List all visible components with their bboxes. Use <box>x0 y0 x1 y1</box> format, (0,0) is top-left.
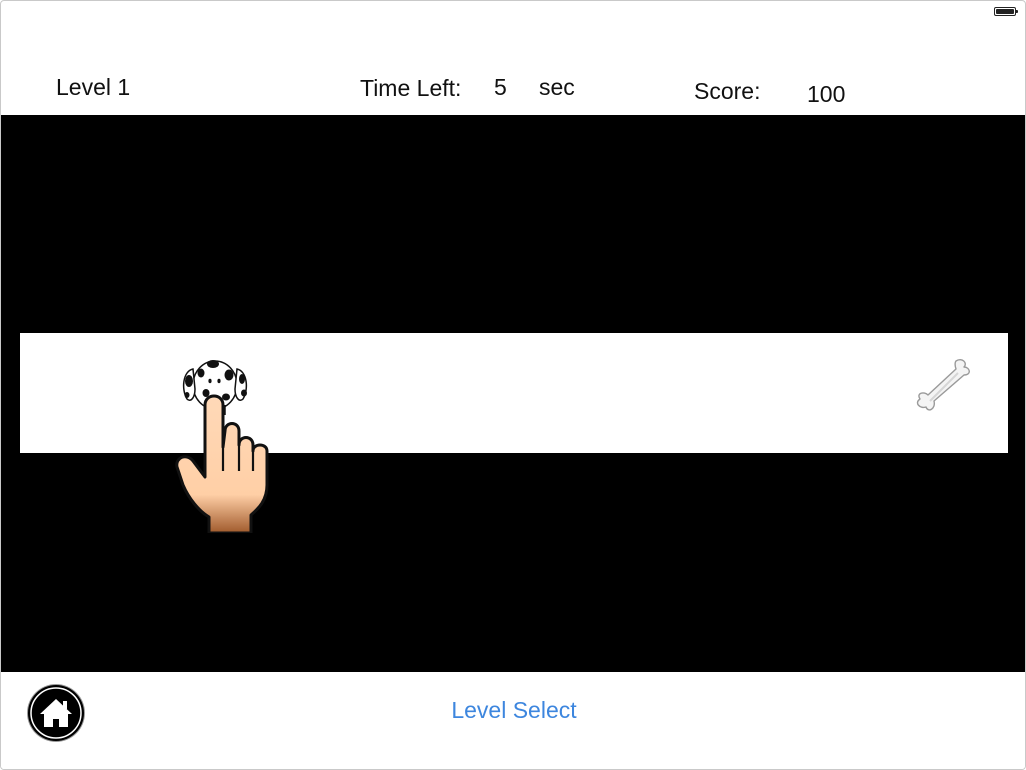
bone-icon[interactable] <box>910 357 974 415</box>
bottom-bar: Level Select <box>1 672 1025 769</box>
game-screen: Level 1 Time Left: 5 sec Score: 100 Leve… <box>0 0 1026 770</box>
game-lane[interactable] <box>20 333 1008 453</box>
battery-icon <box>994 7 1018 16</box>
pointing-hand-icon <box>175 394 269 533</box>
level-select-button[interactable]: Level Select <box>1 697 1025 724</box>
level-label: Level 1 <box>56 74 131 100</box>
score-value: 100 <box>807 81 846 107</box>
time-left-value: 5 <box>494 74 507 100</box>
time-left-label: Time Left: <box>360 75 462 101</box>
time-unit-label: sec <box>539 74 575 100</box>
play-area[interactable] <box>1 115 1025 672</box>
score-label: Score: <box>694 78 761 104</box>
